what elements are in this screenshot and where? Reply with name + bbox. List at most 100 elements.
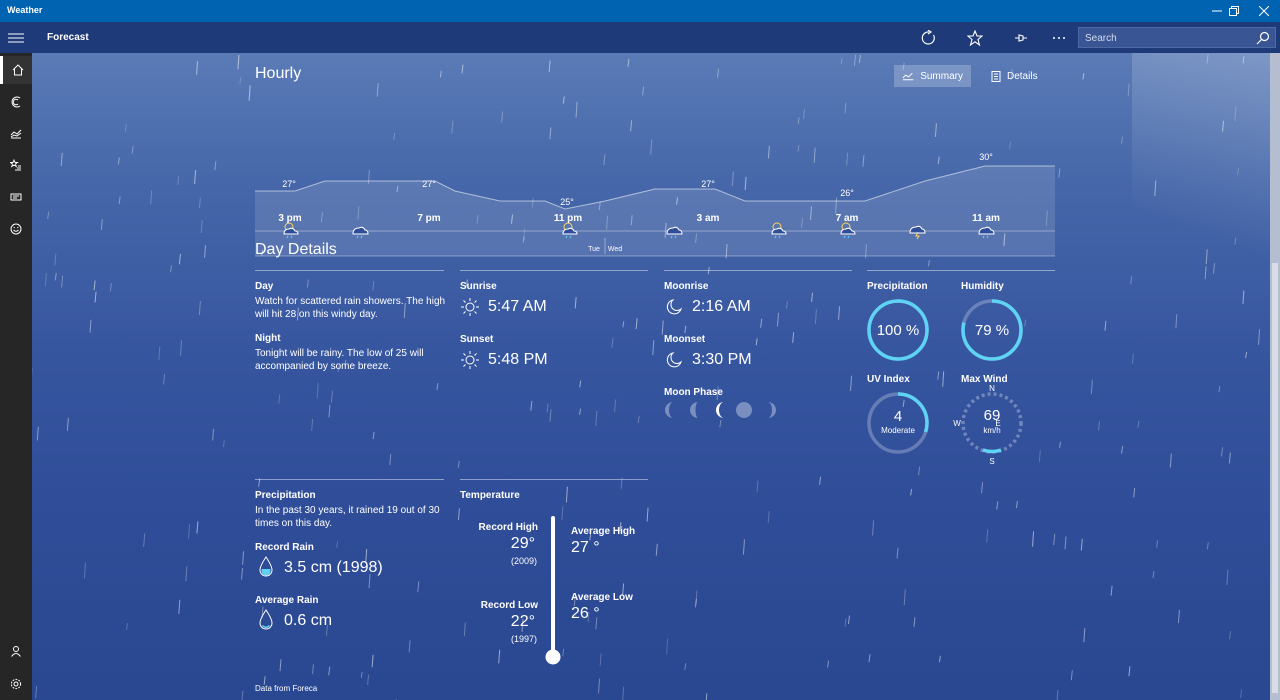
moon-phase-label: Moon Phase — [664, 387, 723, 398]
moonset-label: Moonset — [664, 334, 706, 345]
nav-account[interactable] — [0, 637, 32, 665]
details-toggle-button[interactable]: Details — [983, 65, 1049, 87]
temp-label-4: 27° — [701, 179, 715, 189]
sunrise-label: Sunrise — [460, 281, 497, 292]
sunrise-icon — [461, 298, 479, 316]
avg-low-value: 26 ° — [571, 605, 600, 622]
news-icon — [10, 193, 22, 201]
document-icon — [991, 70, 1001, 82]
divider — [460, 270, 648, 271]
uv-value: 4 — [893, 408, 903, 425]
temp-label-1: 27° — [282, 179, 296, 189]
temperature-label: Temperature — [460, 490, 520, 501]
search-icon[interactable] — [1256, 31, 1270, 45]
summary-label: Summary — [920, 70, 963, 82]
title-bar: Weather — [0, 0, 1280, 22]
avg-rain-label: Average Rain — [255, 595, 319, 606]
more-button[interactable] — [1047, 26, 1071, 50]
summary-toggle-button[interactable]: Summary — [894, 65, 971, 87]
moonrise-label: Moonrise — [664, 281, 709, 292]
avg-high-value: 27 ° — [571, 539, 600, 556]
nav-historical[interactable] — [0, 119, 32, 147]
moonrise-icon — [666, 299, 683, 315]
avg-rain-value: 0.6 cm — [284, 612, 333, 629]
humidity-label: Humidity — [961, 281, 1004, 292]
night-text: Tonight will be rainy. The low of 25 wil… — [255, 348, 424, 372]
moonset-icon — [666, 352, 683, 368]
record-low-year: (1997) — [510, 634, 537, 644]
time-label-1: 3 pm — [278, 213, 302, 224]
moon-phase-icon — [716, 402, 724, 418]
temp-label-6: 30° — [979, 152, 993, 162]
record-high-label: Record High — [478, 522, 538, 533]
time-label-6: 11 am — [972, 213, 1000, 224]
chart-icon — [10, 129, 22, 139]
moonset-time: 3:30 PM — [692, 351, 752, 368]
wind-direction-indicator — [982, 448, 1002, 454]
nav-news[interactable] — [0, 183, 32, 211]
smiley-icon — [10, 223, 22, 235]
hamburger-menu-icon[interactable] — [6, 29, 26, 47]
raindrop-icon — [259, 609, 273, 630]
nav-feedback[interactable] — [0, 215, 32, 243]
user-icon — [11, 646, 21, 657]
sun-rays-background — [1132, 53, 1270, 353]
refresh-icon — [921, 30, 935, 45]
refresh-button[interactable] — [917, 26, 941, 50]
time-label-5: 7 am — [835, 213, 859, 224]
restore-button[interactable] — [1219, 0, 1249, 22]
search-input[interactable] — [1085, 31, 1245, 45]
app-title: Weather — [7, 5, 43, 15]
vertical-scrollbar[interactable] — [1270, 53, 1280, 700]
wind-value: 69 — [983, 407, 1001, 424]
radar-icon — [11, 96, 21, 108]
restore-icon — [1229, 6, 1239, 16]
gear-icon — [10, 678, 22, 690]
details-label: Details — [1007, 70, 1038, 82]
day-details-heading: Day Details — [255, 241, 337, 258]
close-button[interactable] — [1249, 0, 1279, 22]
divider — [255, 270, 444, 271]
precip-label: Precipitation — [867, 281, 928, 292]
search-box[interactable] — [1078, 27, 1276, 48]
avg-low-label: Average Low — [571, 592, 633, 603]
nav-maps[interactable] — [0, 88, 32, 116]
temp-label-3: 25° — [560, 197, 574, 207]
sunrise-time: 5:47 AM — [488, 298, 547, 315]
record-rain-label: Record Rain — [255, 542, 314, 553]
divider — [867, 270, 1055, 271]
favorite-button[interactable] — [963, 26, 987, 50]
pin-icon — [1015, 34, 1027, 42]
left-nav — [0, 53, 32, 700]
time-label-3: 11 pm — [553, 213, 583, 224]
scrollbar-thumb[interactable] — [1272, 263, 1278, 693]
main-content: Hourly Summary Details 27° 27° 25° 27° 2… — [32, 53, 1270, 700]
nav-settings[interactable] — [0, 670, 32, 698]
sunset-label: Sunset — [460, 334, 494, 345]
record-low-value: 22° — [510, 613, 535, 630]
day-label-wed: Wed — [608, 246, 622, 253]
moon-phases — [665, 402, 776, 418]
moonrise-time: 2:16 AM — [692, 298, 751, 315]
night-label: Night — [255, 333, 281, 344]
moon-phase-icon — [768, 402, 776, 418]
divider — [255, 479, 444, 480]
temp-label-5: 26° — [840, 188, 854, 198]
uv-text: Moderate — [881, 426, 915, 435]
close-icon — [1259, 6, 1269, 16]
record-high-year: (2009) — [510, 556, 537, 566]
hourly-heading: Hourly — [255, 65, 302, 82]
nav-places[interactable] — [0, 151, 32, 179]
compass-n: N — [989, 384, 995, 393]
climate-precip-text: In the past 30 years, it rained 19 out o… — [255, 505, 440, 529]
humidity-value: 79 % — [974, 322, 1010, 339]
moon-phase-icon — [736, 402, 752, 418]
raindrop-filled-icon — [259, 556, 273, 577]
pin-button[interactable] — [1009, 26, 1033, 50]
data-source-credit: Data from Foreca — [255, 684, 318, 693]
nav-forecast[interactable] — [0, 56, 32, 84]
divider — [664, 270, 852, 271]
more-icon — [1053, 37, 1065, 39]
time-label-2: 7 pm — [417, 213, 441, 224]
star-list-icon — [10, 159, 21, 171]
